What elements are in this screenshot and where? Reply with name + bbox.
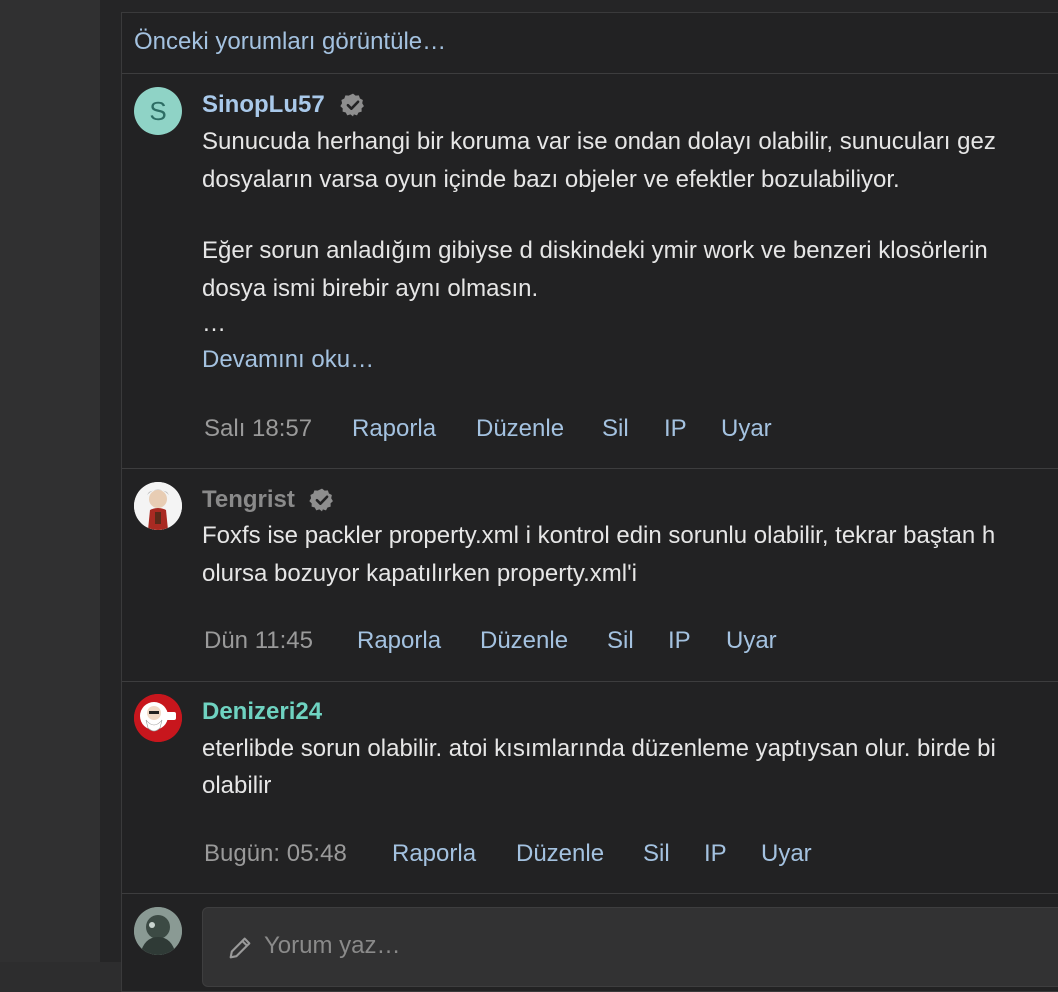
comment-time[interactable]: Dün 11:45 [204,627,313,655]
avatar[interactable]: S [134,87,182,135]
avatar-image [134,694,182,742]
delete-link[interactable]: Sil [602,415,629,443]
comment-text-line: olursa bozuyor kapatılırken property.xml… [202,560,637,587]
comment-text-line: dosyaların varsa oyun içinde bazı objele… [202,166,900,193]
left-gutter [0,0,100,962]
comment-time[interactable]: Bugün: 05:48 [204,840,347,868]
comment-text-line: Foxfs ise packler property.xml i kontrol… [202,522,996,549]
current-user-avatar[interactable] [134,907,182,955]
avatar-image [134,907,182,955]
comment-text-line: olabilir [202,772,272,799]
warn-link[interactable]: Uyar [761,840,812,868]
ip-link[interactable]: IP [664,415,687,443]
warn-link[interactable]: Uyar [721,415,772,443]
report-link[interactable]: Raporla [392,840,476,868]
comment-time[interactable]: Salı 18:57 [204,415,312,443]
divider [122,681,1058,682]
edit-link[interactable]: Düzenle [480,627,568,655]
avatar[interactable] [134,482,182,530]
delete-link[interactable]: Sil [607,627,634,655]
comment-username[interactable]: Tengrist [202,486,295,514]
comment-username[interactable]: Denizeri24 [202,698,322,726]
divider [122,468,1058,469]
verified-badge-icon [340,93,364,117]
comment-text-ellipsis: … [202,310,226,337]
report-link[interactable]: Raporla [352,415,436,443]
ip-link[interactable]: IP [704,840,727,868]
comment-text-line: eterlibde sorun olabilir. atoi kısımları… [202,735,996,762]
comment-text-line: Eğer sorun anladığım gibiyse d diskindek… [202,237,988,264]
comment-text-line: dosya ismi birebir aynı olmasın. [202,275,539,302]
report-link[interactable]: Raporla [357,627,441,655]
ip-link[interactable]: IP [668,627,691,655]
comment-text-line: Sunucuda herhangi bir koruma var ise ond… [202,128,996,155]
verified-badge-icon [309,488,333,512]
view-previous-comments-link[interactable]: Önceki yorumları görüntüle… [134,28,446,56]
divider [122,893,1058,894]
edit-link[interactable]: Düzenle [516,840,604,868]
avatar[interactable] [134,694,182,742]
warn-link[interactable]: Uyar [726,627,777,655]
edit-link[interactable]: Düzenle [476,415,564,443]
read-more-link[interactable]: Devamını oku… [202,346,374,374]
reply-placeholder[interactable]: Yorum yaz… [264,932,401,960]
pencil-icon [229,937,251,959]
divider [122,73,1058,74]
delete-link[interactable]: Sil [643,840,670,868]
comment-username[interactable]: SinopLu57 [202,91,325,119]
avatar-image [134,482,182,530]
